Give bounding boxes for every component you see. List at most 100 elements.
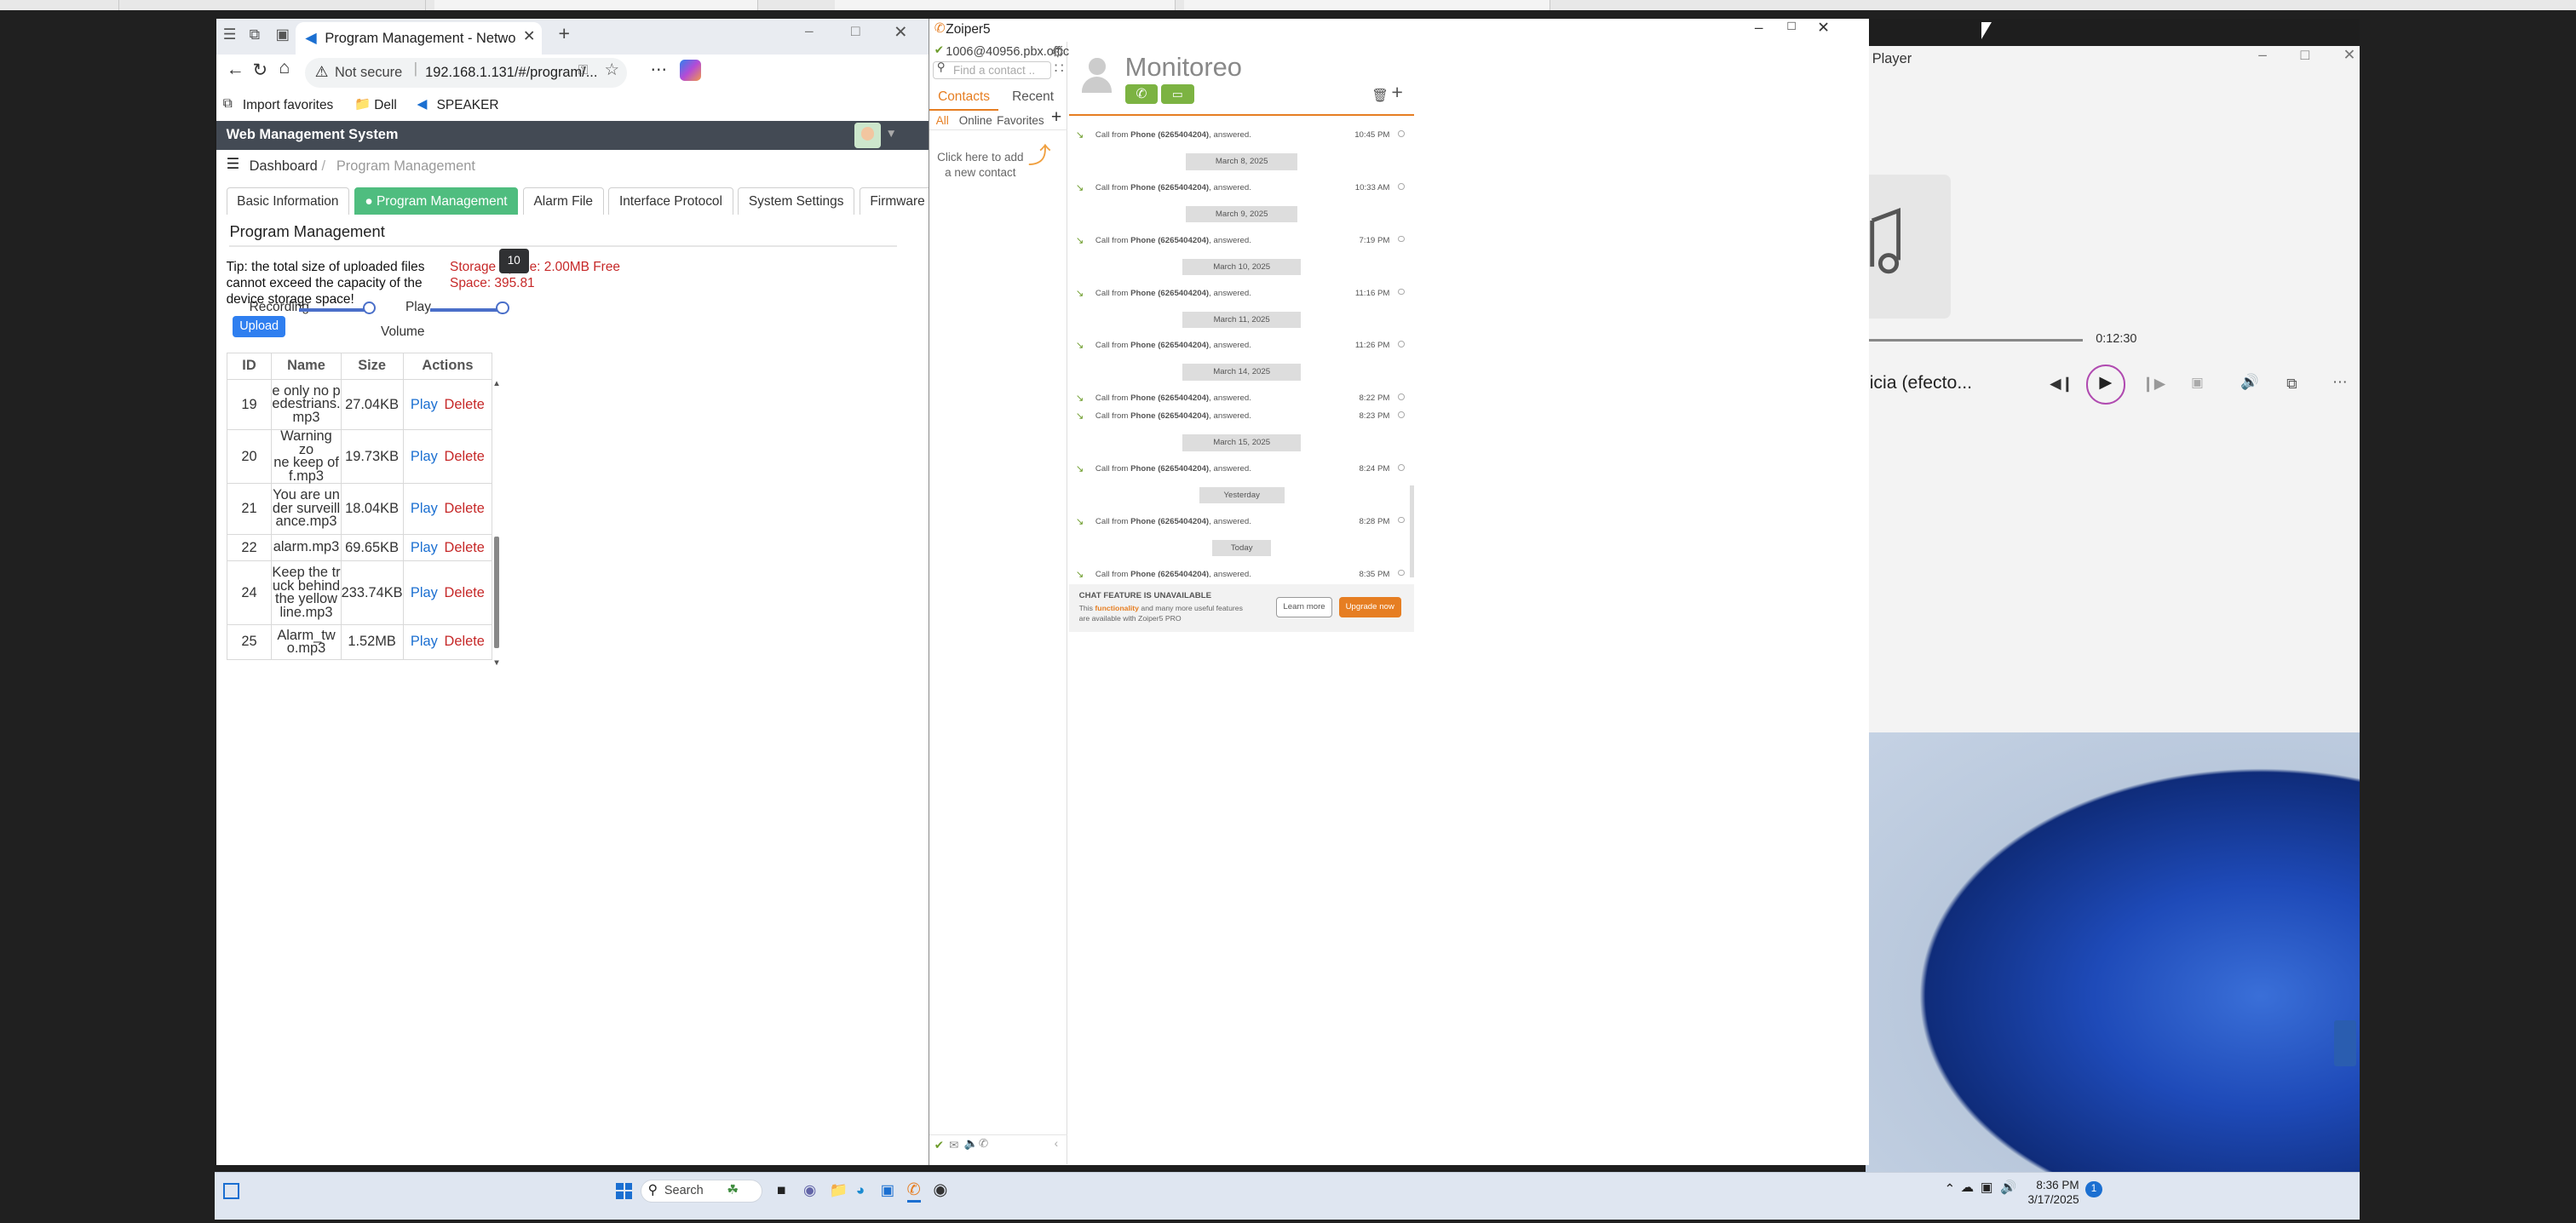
play-volume-slider[interactable] (429, 307, 499, 312)
menu-toggle-icon[interactable]: ☰ (227, 155, 240, 173)
table-scrollbar[interactable]: ▲ ▼ (492, 379, 501, 669)
upgrade-now-button[interactable]: Upgrade now (1338, 597, 1401, 617)
address-bar[interactable]: ⚠ Not secure | 192.168.1.131/#/program/.… (305, 58, 628, 89)
rd-tab[interactable] (434, 0, 758, 10)
delete-contact-icon[interactable]: 🗑 (1371, 88, 1389, 104)
volume-icon[interactable]: 🔊 (2240, 373, 2259, 391)
play-button[interactable]: Play (411, 634, 438, 649)
tab-alarm-file[interactable]: Alarm File (522, 187, 604, 215)
browser-tab-active[interactable]: ◀ Program Management - Network ✕ (295, 21, 543, 55)
history-call-row[interactable]: ↘ Call from Phone (6265404204), answered.… (1069, 127, 1414, 143)
task-view-icon[interactable] (222, 1182, 239, 1199)
key-icon[interactable]: ⚿ (578, 63, 589, 78)
favorite-dell[interactable]: Dell (374, 98, 397, 113)
side-app-icon[interactable] (2334, 1020, 2356, 1066)
delete-button[interactable]: Delete (445, 501, 485, 516)
close-icon[interactable]: ✕ (2343, 46, 2356, 64)
play-icon[interactable]: ▶ (2085, 365, 2125, 405)
chevron-up-icon[interactable]: ⌃ (1944, 1181, 1955, 1197)
history-call-row[interactable]: ↘ Call from Phone (6265404204), answered.… (1069, 408, 1414, 424)
maximize-icon[interactable]: □ (851, 22, 860, 40)
play-button[interactable]: Play (411, 501, 438, 516)
taskbar-search[interactable]: ⚲ Search ☘ (640, 1179, 762, 1203)
maximize-icon[interactable]: □ (1787, 19, 1795, 34)
learn-more-button[interactable]: Learn more (1276, 597, 1332, 617)
filter-favorites[interactable]: Favorites (997, 114, 1044, 127)
zoiper-taskbar-icon[interactable]: ✆ (906, 1180, 921, 1203)
add-contact-hint[interactable]: Click here to add a new contact (936, 150, 1025, 180)
tab-interface-protocol[interactable]: Interface Protocol (608, 187, 733, 215)
notification-badge[interactable]: 1 (2085, 1180, 2102, 1197)
delete-button[interactable]: Delete (445, 449, 485, 464)
filter-online[interactable]: Online (959, 114, 992, 127)
start-button[interactable] (615, 1182, 633, 1199)
close-icon[interactable]: ✕ (1817, 19, 1830, 37)
tab-basic-information[interactable]: Basic Information (226, 187, 349, 215)
play-button[interactable]: Play (411, 585, 438, 600)
recording-volume-slider[interactable] (298, 307, 368, 312)
file-explorer-icon[interactable]: 📁 (830, 1181, 848, 1199)
minimize-icon[interactable]: – (1755, 19, 1763, 37)
tab-program-management[interactable]: ● Program Management (354, 187, 519, 215)
delete-button[interactable]: Delete (445, 540, 485, 555)
filter-all[interactable]: All (936, 114, 949, 127)
widgets-icon[interactable]: ■ (777, 1181, 786, 1199)
play-button[interactable]: Play (411, 540, 438, 555)
play-slider-handle[interactable] (496, 301, 509, 315)
network-icon[interactable]: ▣ (1981, 1180, 1993, 1196)
store-icon[interactable]: ▣ (881, 1181, 894, 1199)
rd-tab[interactable] (835, 0, 1176, 10)
contact-search-input[interactable]: ⚲ Find a contact .. (932, 60, 1051, 80)
delete-button[interactable]: Delete (445, 585, 485, 600)
maximize-icon[interactable]: □ (2301, 46, 2310, 64)
media-player-window[interactable]: Player – □ ✕ 0:12:30 licia (efecto... ◀❙… (1866, 46, 2360, 732)
cloud-icon[interactable]: ☁ (1961, 1180, 1974, 1196)
add-icon[interactable]: + (1391, 81, 1403, 104)
captions-icon[interactable]: ▣ (2191, 375, 2204, 391)
add-contact-icon[interactable]: + (1051, 107, 1061, 128)
edge-icon[interactable]: ◕ (856, 1181, 865, 1199)
tab-firmware-upgrade[interactable]: Firmware Up (859, 187, 929, 215)
close-window-icon[interactable]: ✕ (894, 22, 907, 43)
history-call-row[interactable]: ↘ Call from Phone (6265404204), answered.… (1069, 285, 1414, 301)
history-call-row[interactable]: ↘ Call from Phone (6265404204), answered.… (1069, 566, 1414, 577)
status-online-icon[interactable]: ✔ (934, 1139, 944, 1152)
collapse-icon[interactable]: ‹ (1055, 1137, 1059, 1150)
chevron-down-icon[interactable]: ▼ (886, 127, 897, 140)
volume-icon[interactable]: 🔊 (2000, 1180, 2016, 1196)
next-icon[interactable]: ❙▶ (2142, 375, 2165, 393)
media-player-taskbar-icon[interactable]: ◉ (933, 1180, 947, 1200)
history-call-row[interactable]: ↘ Call from Phone (6265404204), answered.… (1069, 461, 1414, 477)
play-button[interactable]: Play (411, 397, 438, 412)
back-icon[interactable]: ← (227, 60, 244, 80)
favorite-import[interactable]: Import favorites (243, 98, 333, 113)
rd-tab[interactable] (34, 0, 119, 10)
copilot-icon[interactable] (680, 60, 702, 82)
history-call-row[interactable]: ↘ Call from Phone (6265404204), answered.… (1069, 233, 1414, 249)
history-call-row[interactable]: ↘ Call from Phone (6265404204), answered.… (1069, 514, 1414, 530)
breadcrumb-dashboard[interactable]: Dashboard (250, 158, 318, 175)
teams-icon[interactable]: ◉ (803, 1181, 816, 1199)
play-button[interactable]: Play (411, 449, 438, 464)
favorite-speaker[interactable]: SPEAKER (437, 98, 499, 113)
history-scrollbar[interactable] (1409, 485, 1415, 578)
more-icon[interactable]: ⋯ (2332, 373, 2347, 391)
delete-button[interactable]: Delete (445, 397, 485, 412)
avatar[interactable] (854, 122, 881, 149)
history-call-row[interactable]: ↘ Call from Phone (6265404204), answered.… (1069, 180, 1414, 196)
rd-tab[interactable] (119, 0, 426, 10)
video-call-button[interactable]: ▭ (1161, 84, 1194, 105)
favorite-star-icon[interactable]: ☆ (604, 60, 618, 80)
phone-icon[interactable]: ✆ (979, 1137, 988, 1151)
settings-gear-icon[interactable]: ⚙ (1051, 43, 1065, 61)
recording-slider-handle[interactable] (362, 301, 377, 315)
speaker-icon[interactable]: 🔈 (964, 1137, 979, 1151)
refresh-icon[interactable]: ↻ (252, 60, 267, 81)
rd-tab[interactable] (1184, 0, 1550, 10)
scroll-down-icon[interactable]: ▼ (492, 658, 501, 668)
voicemail-icon[interactable]: ✉ (949, 1139, 958, 1152)
scrollbar-thumb[interactable] (494, 536, 499, 649)
dialpad-icon[interactable]: ∷ (1055, 60, 1064, 78)
settings-more-icon[interactable]: ⋯ (651, 60, 667, 80)
miniplayer-icon[interactable]: ⧉ (2286, 375, 2297, 393)
